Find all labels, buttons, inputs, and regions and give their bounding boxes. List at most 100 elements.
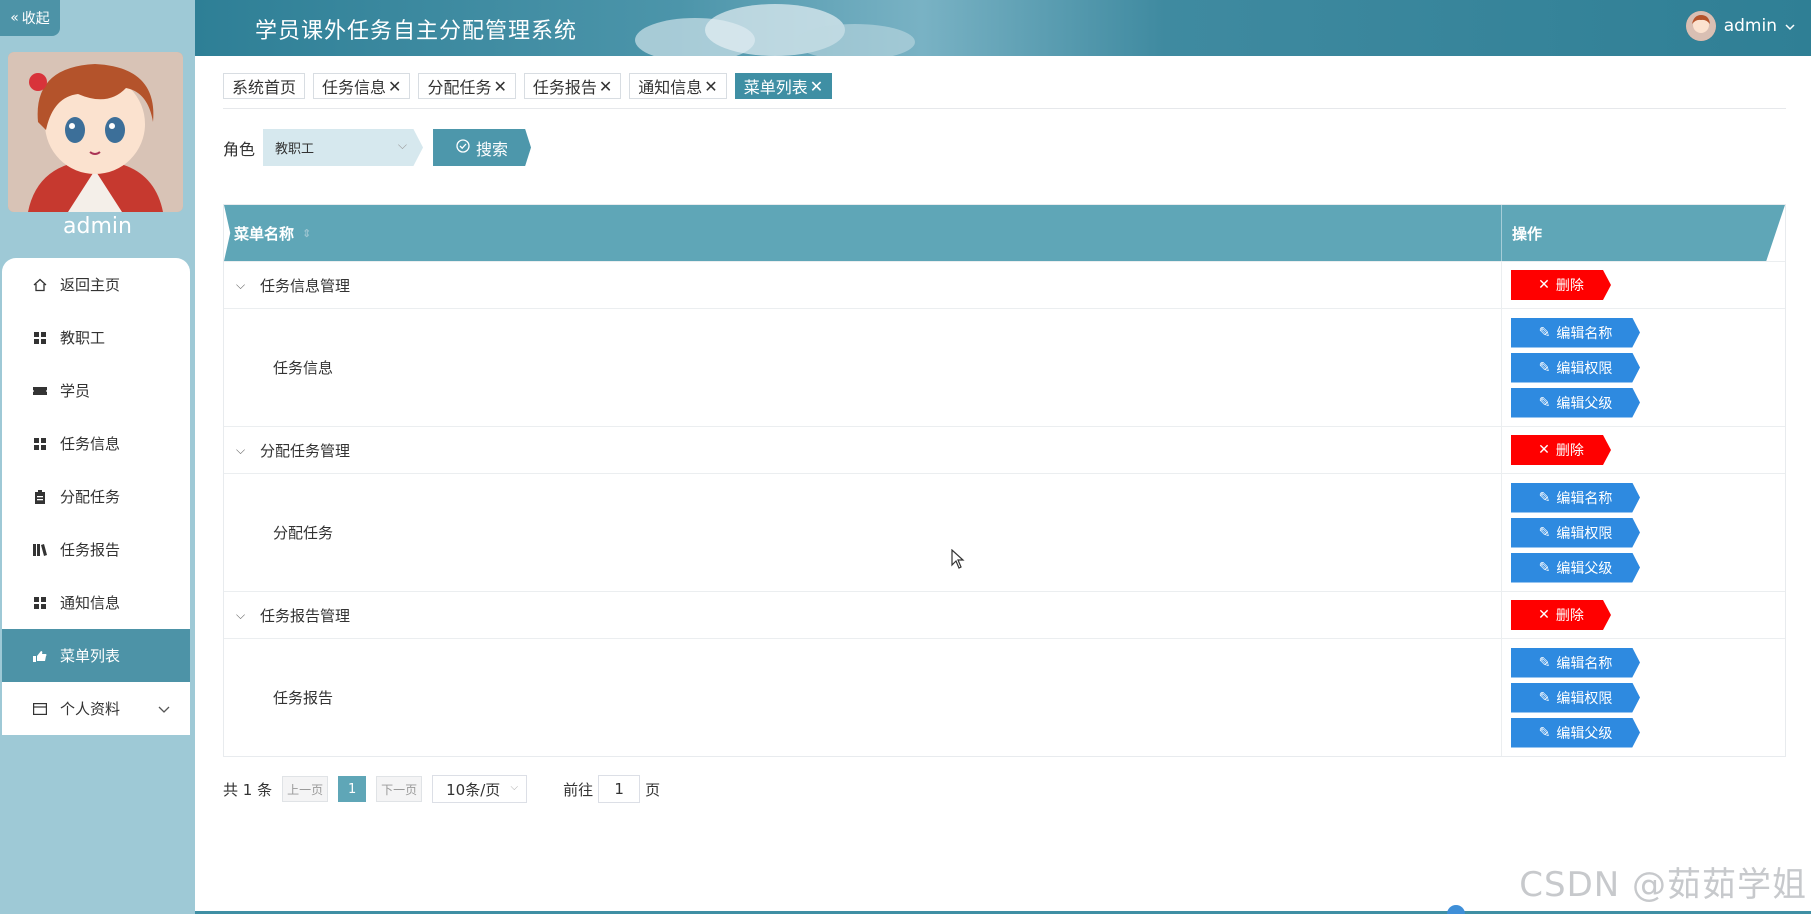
scrollbar-thumb[interactable] bbox=[1447, 905, 1465, 914]
close-icon[interactable]: ✕ bbox=[388, 77, 401, 96]
sidebar-item-task-report[interactable]: 任务报告 bbox=[2, 523, 190, 576]
edit-permission-button[interactable]: ✎ 编辑权限 bbox=[1511, 682, 1640, 713]
sort-icon[interactable]: ⇕ bbox=[302, 228, 311, 239]
role-select[interactable]: 教职工 ⌵ bbox=[263, 129, 424, 166]
page-size-select[interactable]: 10条/页 ⌵ bbox=[432, 775, 528, 803]
tab-label: 通知信息 bbox=[638, 78, 703, 97]
edit-icon: ✎ bbox=[1538, 689, 1551, 706]
menu-parent-name: 任务报告管理 bbox=[260, 606, 351, 625]
tab-home[interactable]: 系统首页 bbox=[223, 73, 306, 99]
column-header-name[interactable]: 菜单名称 ⇕ bbox=[224, 205, 1502, 261]
watermark: CSDN @茹茹学姐 bbox=[1519, 865, 1807, 905]
sidebar-item-label: 通知信息 bbox=[60, 594, 121, 612]
edit-name-button[interactable]: ✎ 编辑名称 bbox=[1511, 647, 1640, 678]
avatar bbox=[8, 52, 183, 212]
sidebar-username: admin bbox=[63, 214, 132, 239]
delete-button[interactable]: ✕ 删除 bbox=[1511, 435, 1611, 465]
sidebar-item-students[interactable]: 学员 bbox=[2, 364, 190, 417]
edit-icon: ✎ bbox=[1538, 489, 1551, 506]
column-header-op: 操作 bbox=[1502, 205, 1785, 261]
button-label: 编辑父级 bbox=[1556, 560, 1613, 577]
app-title: 学员课外任务自主分配管理系统 bbox=[255, 19, 578, 44]
user-menu[interactable]: admin bbox=[1685, 11, 1795, 41]
edit-parent-button[interactable]: ✎ 编辑父级 bbox=[1511, 552, 1640, 583]
total-count: 共 1 条 bbox=[223, 780, 273, 799]
tab-task-info[interactable]: 任务信息 ✕ bbox=[313, 73, 411, 99]
table-row: ⌵ 分配任务管理 ✕ 删除 bbox=[224, 426, 1785, 473]
chevron-down-icon[interactable]: ⌵ bbox=[236, 443, 250, 458]
sidebar-item-label: 任务报告 bbox=[60, 541, 121, 559]
button-label: 删除 bbox=[1555, 278, 1584, 294]
button-label: 编辑父级 bbox=[1556, 395, 1613, 412]
sidebar-item-assign-task[interactable]: 分配任务 bbox=[2, 470, 190, 523]
edit-icon: ✎ bbox=[1538, 324, 1551, 341]
edit-parent-button[interactable]: ✎ 编辑父级 bbox=[1511, 717, 1640, 748]
hand-icon bbox=[32, 648, 48, 664]
button-label: 编辑父级 bbox=[1556, 725, 1613, 742]
avatar bbox=[1685, 11, 1716, 41]
collapse-button[interactable]: « 收起 bbox=[0, 0, 60, 36]
button-label: 删除 bbox=[1555, 443, 1584, 459]
edit-icon: ✎ bbox=[1538, 524, 1551, 541]
edit-icon: ✎ bbox=[1538, 359, 1551, 376]
edit-permission-button[interactable]: ✎ 编辑权限 bbox=[1511, 517, 1640, 548]
prev-page-button[interactable]: 上一页 bbox=[282, 776, 329, 802]
page-number-button[interactable]: 1 bbox=[338, 776, 367, 802]
tab-notice[interactable]: 通知信息 ✕ bbox=[629, 73, 727, 99]
search-button-label: 搜索 bbox=[476, 139, 509, 159]
tab-task-report[interactable]: 任务报告 ✕ bbox=[523, 73, 622, 99]
chevron-down-icon: ⌵ bbox=[510, 782, 519, 793]
button-label: 编辑权限 bbox=[1556, 690, 1613, 707]
button-label: 编辑权限 bbox=[1556, 360, 1613, 377]
menu-child-name: 任务报告 bbox=[273, 689, 334, 707]
header-cloud-decoration bbox=[635, 4, 915, 56]
edit-name-button[interactable]: ✎ 编辑名称 bbox=[1511, 317, 1640, 348]
sidebar-item-label: 菜单列表 bbox=[60, 647, 121, 665]
tab-bar: 系统首页 任务信息 ✕ 分配任务 ✕ 任务报告 ✕ 通知信息 ✕ 菜单列表 ✕ bbox=[223, 73, 833, 99]
delete-button[interactable]: ✕ 删除 bbox=[1511, 600, 1611, 630]
chevron-down-icon: ⌵ bbox=[397, 138, 408, 152]
sidebar-item-profile[interactable]: 个人资料 bbox=[2, 682, 190, 735]
table-row: 任务信息 ✎ 编辑名称 ✎ 编辑权限 ✎ 编辑父级 bbox=[224, 308, 1785, 426]
menu-child-name: 分配任务 bbox=[273, 524, 334, 542]
goto-page-input[interactable]: 1 bbox=[598, 775, 641, 803]
close-icon[interactable]: ✕ bbox=[599, 77, 612, 96]
button-label: 删除 bbox=[1555, 608, 1584, 624]
chevron-down-icon bbox=[1785, 16, 1795, 36]
tab-menu-list[interactable]: 菜单列表 ✕ bbox=[734, 73, 833, 99]
top-header: 学员课外任务自主分配管理系统 admin bbox=[195, 0, 1811, 56]
search-button[interactable]: 搜索 bbox=[433, 129, 532, 166]
chevron-down-icon bbox=[158, 700, 170, 718]
chevron-down-icon[interactable]: ⌵ bbox=[236, 608, 250, 623]
close-icon[interactable]: ✕ bbox=[810, 77, 823, 96]
sidebar-item-staff[interactable]: 教职工 bbox=[2, 311, 190, 364]
sidebar-item-notice[interactable]: 通知信息 bbox=[2, 576, 190, 629]
close-icon[interactable]: ✕ bbox=[704, 77, 717, 96]
tab-label: 分配任务 bbox=[427, 78, 492, 97]
menu-parent-name: 分配任务管理 bbox=[260, 441, 351, 460]
sidebar-item-task-info[interactable]: 任务信息 bbox=[2, 417, 190, 470]
sidebar-item-home[interactable]: 返回主页 bbox=[2, 258, 190, 311]
sidebar-item-label: 个人资料 bbox=[60, 700, 121, 718]
home-icon bbox=[32, 277, 48, 293]
role-label: 角色 bbox=[223, 139, 256, 159]
edit-parent-button[interactable]: ✎ 编辑父级 bbox=[1511, 387, 1640, 418]
tab-assign-task[interactable]: 分配任务 ✕ bbox=[418, 73, 516, 99]
books-icon bbox=[32, 542, 48, 558]
pagination: 共 1 条 上一页 1 下一页 10条/页 ⌵ 前往 1 页 bbox=[223, 775, 660, 803]
table-row: ⌵ 任务信息管理 ✕ 删除 bbox=[224, 261, 1785, 308]
menu-table: 菜单名称 ⇕ 操作 ⌵ 任务信息管理 ✕ 删除 任务信息 ✎ 编辑名称 ✎ 编辑权限 ✎… bbox=[223, 204, 1786, 757]
edit-name-button[interactable]: ✎ 编辑名称 bbox=[1511, 482, 1640, 513]
sidebar-item-label: 教职工 bbox=[60, 329, 106, 347]
sidebar-item-menu-list[interactable]: 菜单列表 bbox=[2, 629, 190, 682]
delete-button[interactable]: ✕ 删除 bbox=[1511, 270, 1611, 300]
chevron-down-icon[interactable]: ⌵ bbox=[236, 278, 250, 293]
sidebar-item-label: 任务信息 bbox=[60, 435, 121, 453]
sidebar-item-label: 学员 bbox=[60, 382, 91, 400]
edit-permission-button[interactable]: ✎ 编辑权限 bbox=[1511, 352, 1640, 383]
next-page-button[interactable]: 下一页 bbox=[376, 776, 423, 802]
edit-icon: ✎ bbox=[1538, 654, 1551, 671]
close-icon[interactable]: ✕ bbox=[493, 77, 506, 96]
role-select-value: 教职工 bbox=[275, 142, 315, 157]
grid-icon bbox=[32, 330, 48, 346]
